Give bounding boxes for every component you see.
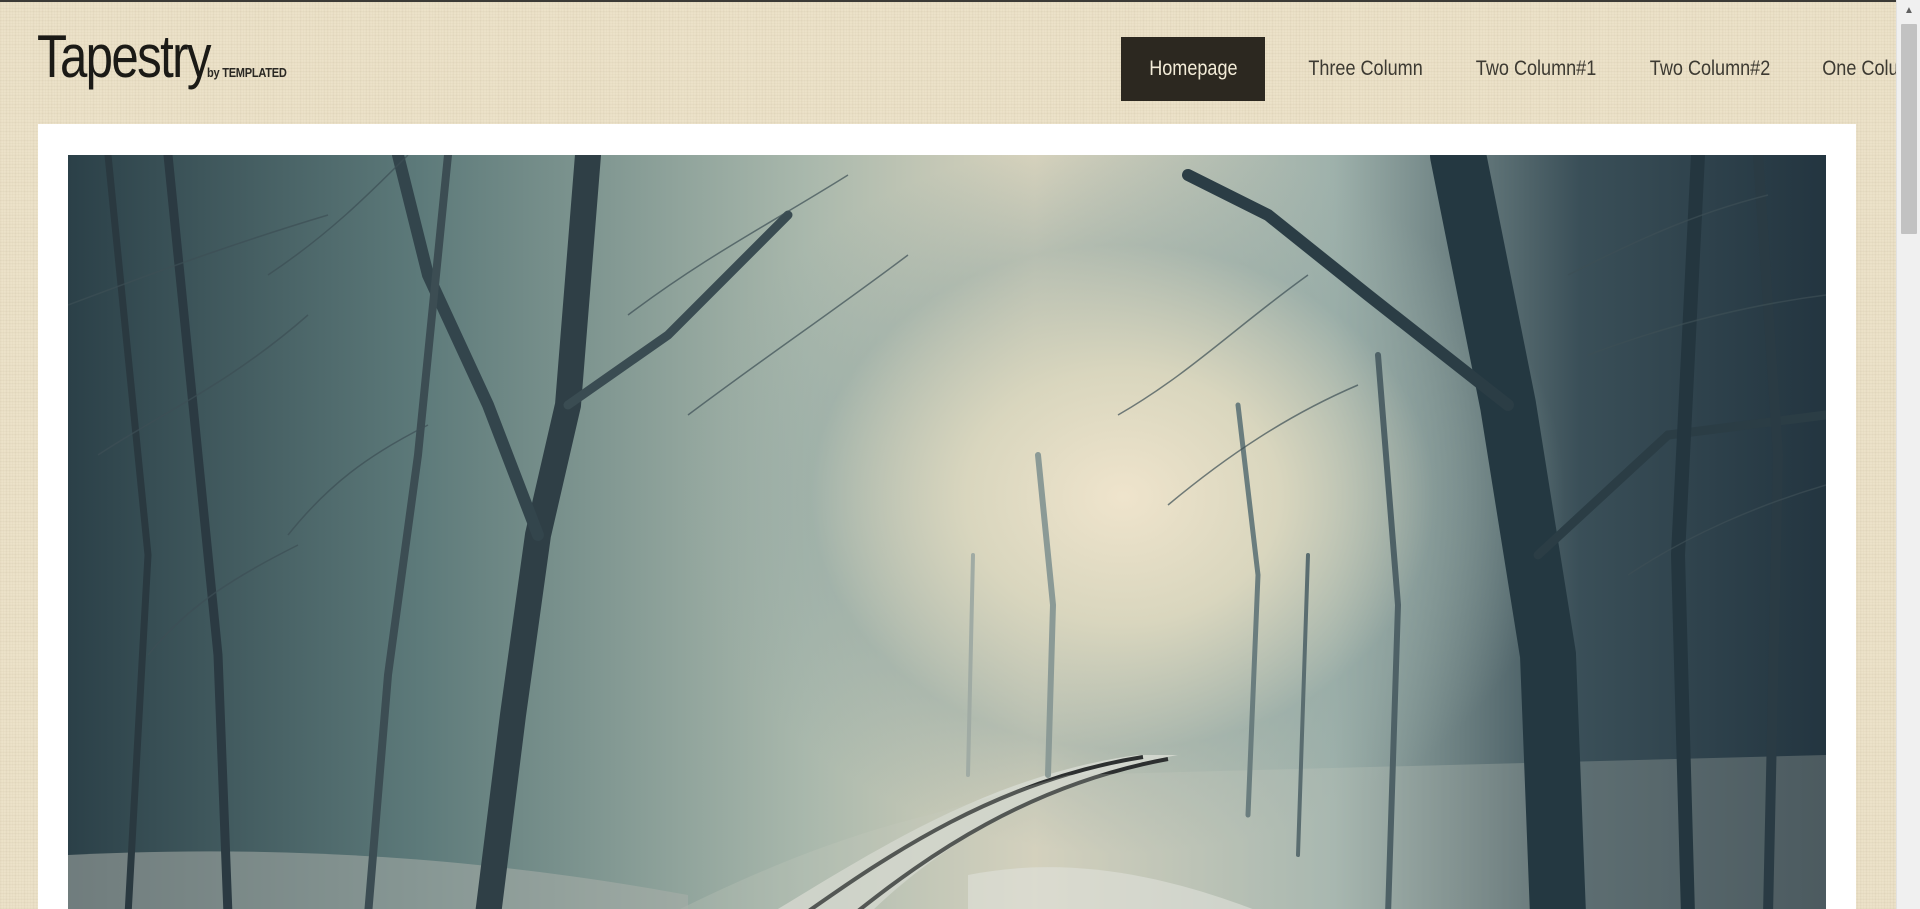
nav-item-two-column-1[interactable]: Two Column#1 [1449, 37, 1623, 101]
page-scrollbar[interactable]: ▲ [1896, 0, 1920, 909]
railway-track [680, 755, 1826, 909]
nav-item-homepage[interactable]: Homepage [1121, 37, 1265, 101]
site-title: Tapestry [37, 23, 211, 90]
site-logo[interactable]: Tapestry by TEMPLATED [37, 22, 301, 92]
snow-ground-left [68, 851, 688, 909]
nav-item-label: Two Column#2 [1649, 57, 1771, 80]
top-border [0, 0, 1896, 2]
chevron-up-icon[interactable]: ▲ [1897, 0, 1920, 20]
nav-item-two-column-2[interactable]: Two Column#2 [1623, 37, 1797, 101]
scrollbar-thumb[interactable] [1901, 24, 1917, 234]
nav-item-label: Three Column [1308, 57, 1423, 80]
nav-item-three-column[interactable]: Three Column [1282, 37, 1449, 101]
nav-item-label: Two Column#1 [1475, 57, 1597, 80]
hero-image [68, 155, 1826, 909]
site-byline[interactable]: by TEMPLATED [207, 65, 287, 80]
tree-trunks [104, 155, 1826, 909]
main-nav: Homepage Three Column Two Column#1 Two C… [1121, 37, 1920, 101]
nav-item-label: Homepage [1148, 57, 1238, 80]
forest-scene [68, 155, 1826, 909]
